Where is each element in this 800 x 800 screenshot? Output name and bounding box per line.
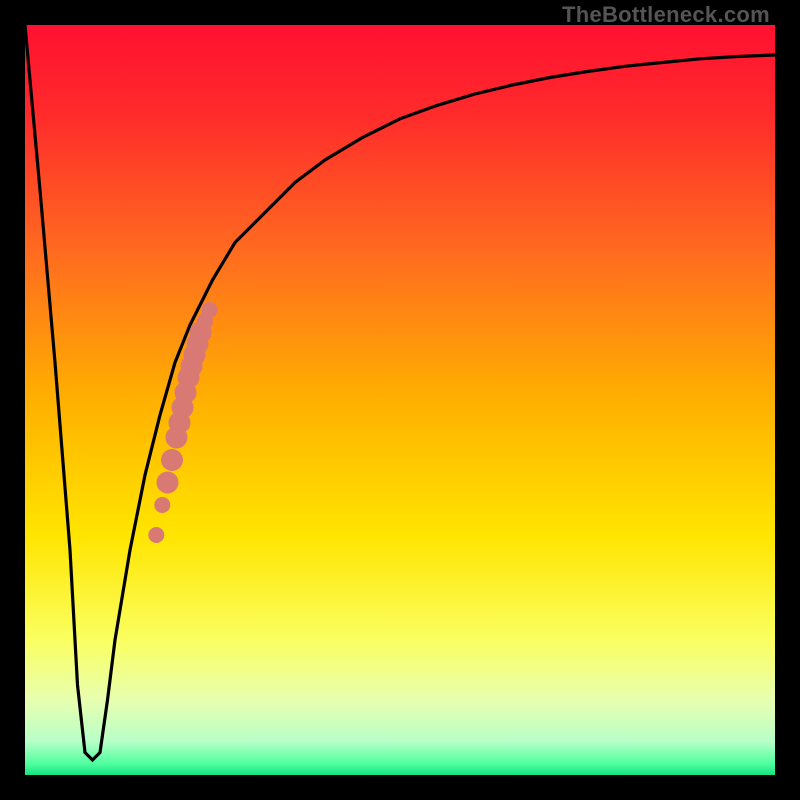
marker-point [157, 472, 179, 494]
marker-point [154, 497, 170, 513]
marker-point [202, 302, 218, 318]
plot-area [25, 25, 775, 775]
chart-frame: TheBottleneck.com [0, 0, 800, 800]
marker-point [161, 449, 183, 471]
marker-point [148, 527, 164, 543]
watermark-text: TheBottleneck.com [562, 2, 770, 28]
gradient-background [25, 25, 775, 775]
chart-svg [25, 25, 775, 775]
